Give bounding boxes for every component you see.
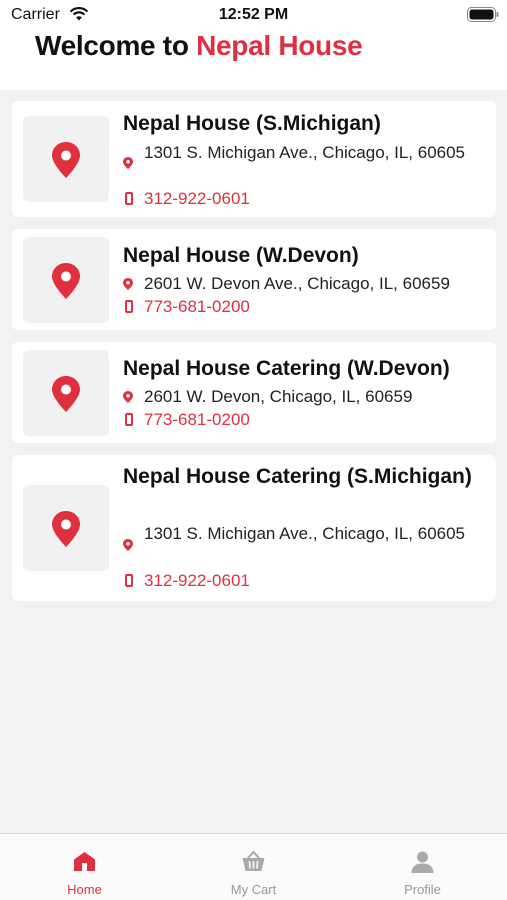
- address-row: 1301 S. Michigan Ave., Chicago, IL, 6060…: [123, 522, 488, 568]
- address-text: 1301 S. Michigan Ave., Chicago, IL, 6060…: [144, 524, 466, 543]
- location-name: Nepal House (W.Devon): [123, 244, 359, 267]
- phone-row[interactable]: 312-922-0601: [123, 570, 423, 592]
- basket-icon: [242, 850, 265, 871]
- address-text: 1301 S. Michigan Ave., Chicago, IL, 6060…: [144, 143, 466, 162]
- title-prefix: Welcome to: [35, 30, 197, 61]
- phone-row[interactable]: 773-681-0200: [123, 409, 423, 431]
- title-brand: Nepal House: [196, 30, 363, 61]
- location-thumbnail: [23, 116, 109, 202]
- home-icon: [74, 852, 95, 871]
- tab-my-cart[interactable]: My Cart: [169, 834, 338, 900]
- phone-icon: [125, 413, 133, 426]
- tab-bar: Home My Cart Profile: [0, 833, 507, 900]
- phone-icon: [125, 192, 133, 205]
- clock: 12:52 PM: [218, 6, 289, 23]
- location-name: Nepal House Catering (S.Michigan): [123, 465, 472, 488]
- location-thumbnail: [23, 485, 109, 571]
- address-text: 2601 W. Devon Ave., Chicago, IL, 60659: [144, 274, 450, 293]
- location-card[interactable]: Nepal House Catering (S.Michigan) 1301 S…: [12, 455, 496, 601]
- small-pin-icon: [123, 539, 133, 551]
- tab-label: Profile: [404, 882, 441, 897]
- phone-link[interactable]: 312-922-0601: [144, 188, 250, 210]
- phone-link[interactable]: 773-681-0200: [144, 409, 250, 431]
- location-name: Nepal House Catering (W.Devon): [123, 357, 450, 380]
- status-bar: Carrier 12:52 PM: [0, 0, 507, 30]
- map-pin-icon: [52, 511, 80, 547]
- tab-home[interactable]: Home: [0, 834, 169, 900]
- phone-row[interactable]: 312-922-0601: [123, 188, 423, 210]
- page-title: Welcome to Nepal House: [35, 30, 363, 62]
- location-thumbnail: [23, 350, 109, 436]
- battery-icon: [467, 7, 499, 22]
- location-card[interactable]: Nepal House (S.Michigan) 1301 S. Michiga…: [12, 101, 496, 217]
- location-card[interactable]: Nepal House Catering (W.Devon) 2601 W. D…: [12, 342, 496, 443]
- small-pin-icon: [123, 391, 133, 403]
- address-row: 2601 W. Devon, Chicago, IL, 60659: [123, 385, 488, 408]
- phone-link[interactable]: 773-681-0200: [144, 296, 250, 318]
- small-pin-icon: [123, 157, 133, 169]
- map-pin-icon: [52, 142, 80, 178]
- location-thumbnail: [23, 237, 109, 323]
- phone-link[interactable]: 312-922-0601: [144, 570, 250, 592]
- app-screen: Carrier 12:52 PM Welcome to Nepal House …: [0, 0, 507, 900]
- tab-label: Home: [67, 882, 102, 897]
- phone-row[interactable]: 773-681-0200: [123, 296, 423, 318]
- phone-icon: [125, 574, 133, 587]
- map-pin-icon: [52, 376, 80, 412]
- map-pin-icon: [52, 263, 80, 299]
- tab-profile[interactable]: Profile: [338, 834, 507, 900]
- address-text: 2601 W. Devon, Chicago, IL, 60659: [144, 387, 413, 406]
- phone-icon: [125, 300, 133, 313]
- tab-label: My Cart: [230, 882, 277, 897]
- small-pin-icon: [123, 278, 133, 290]
- header: Welcome to Nepal House: [0, 30, 507, 90]
- person-icon: [411, 851, 434, 873]
- address-row: 2601 W. Devon Ave., Chicago, IL, 60659: [123, 272, 488, 295]
- address-row: 1301 S. Michigan Ave., Chicago, IL, 6060…: [123, 141, 488, 187]
- location-card[interactable]: Nepal House (W.Devon) 2601 W. Devon Ave.…: [12, 229, 496, 330]
- location-name: Nepal House (S.Michigan): [123, 112, 381, 135]
